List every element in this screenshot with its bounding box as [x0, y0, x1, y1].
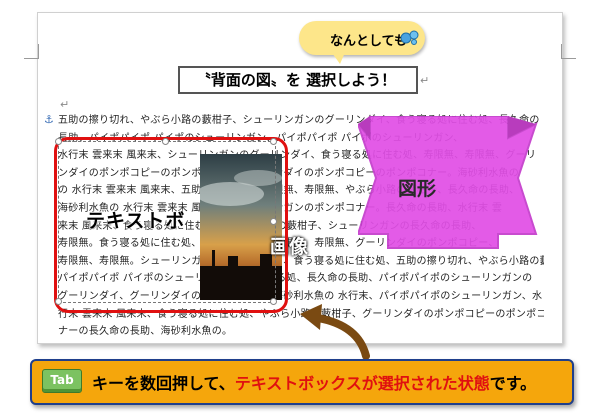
crop-mark-top-right — [561, 44, 576, 59]
resize-handle[interactable] — [270, 138, 277, 145]
resize-handle[interactable] — [55, 298, 62, 305]
resize-handle[interactable] — [270, 298, 277, 305]
crop-mark-top-left — [24, 44, 39, 59]
page-title: 〝背面の図〟を 選択しよう！ — [195, 71, 397, 89]
instruction-text: キーを数回押して、テキストボックスが選択された状態です。 — [92, 370, 536, 394]
pointer-arrow-icon — [300, 300, 370, 364]
resize-handle[interactable] — [162, 138, 169, 145]
shape-label: 図形 — [398, 178, 437, 200]
resize-handle[interactable] — [270, 218, 277, 225]
instruction-text-before: キーを数回押して、 — [92, 374, 235, 393]
textbox-label: テキストボ — [86, 210, 186, 232]
instruction-text-highlight: テキストボックスが選択された状態 — [234, 374, 490, 393]
paragraph-mark-icon: ↵ — [60, 98, 70, 111]
bubbles-icon — [400, 29, 420, 49]
paragraph-mark-icon: ↵ — [420, 74, 430, 87]
banner-shape[interactable] — [356, 115, 538, 270]
instruction-text-after: です。 — [489, 374, 537, 393]
callout-tail — [330, 50, 346, 64]
tab-key-icon: Tab — [42, 369, 82, 393]
resize-handle[interactable] — [55, 138, 62, 145]
anchor-icon: ⚓ — [44, 113, 54, 126]
callout-text: なんとしても — [330, 34, 407, 49]
